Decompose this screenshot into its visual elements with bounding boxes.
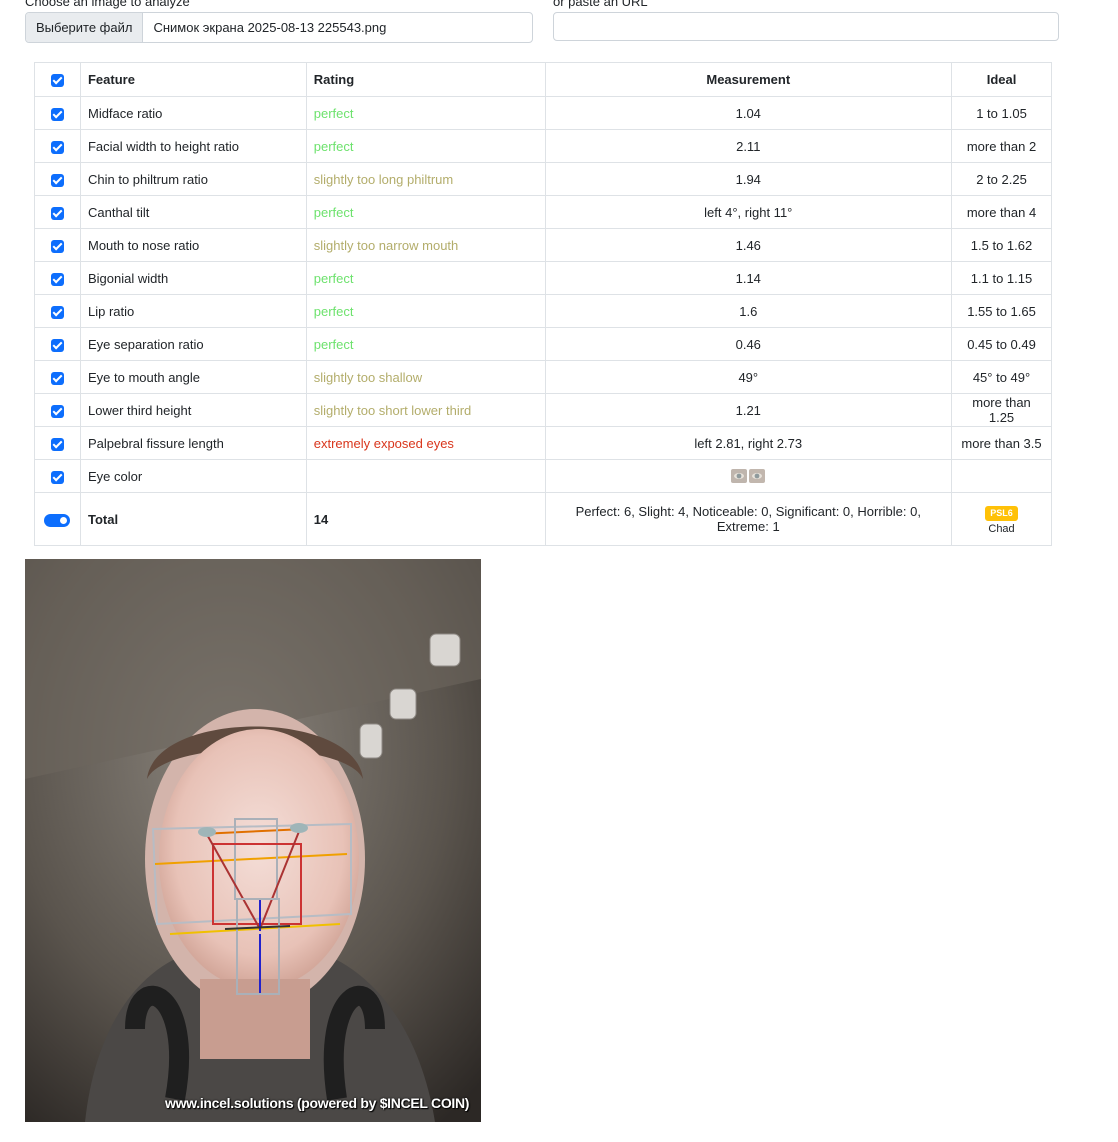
row-checkbox[interactable]: [50, 206, 64, 220]
table-header-row: Feature Rating Measurement Ideal: [34, 62, 1052, 97]
measurement-value: 1.46: [544, 228, 953, 262]
choose-file-button[interactable]: Выберите файл: [26, 13, 144, 42]
table-row-total: Total 14 Perfect: 6, Slight: 4, Noticeab…: [34, 492, 1052, 546]
ideal-value: more than 1.25: [951, 393, 1052, 427]
table-row: Facial width to height ratio perfect 2.11 m…: [34, 129, 1052, 163]
upload-label: Choose an image to analyze: [25, 0, 190, 9]
ideal-value: [951, 459, 1052, 493]
rating-text: perfect: [305, 195, 546, 229]
eye-color-swatch: [544, 459, 953, 493]
rating-text: perfect: [305, 294, 546, 328]
header-ideal: Ideal: [951, 62, 1052, 97]
url-input[interactable]: [553, 12, 1059, 41]
rating-text: perfect: [305, 96, 546, 130]
file-input[interactable]: Выберите файл Снимок экрана 2025-08-13 2…: [25, 12, 533, 43]
row-checkbox[interactable]: [50, 173, 64, 187]
rating-text: extremely exposed eyes: [305, 426, 546, 460]
row-checkbox[interactable]: [50, 371, 64, 385]
rating-text: slightly too long philtrum: [305, 162, 546, 196]
row-checkbox[interactable]: [50, 239, 64, 253]
row-checkbox[interactable]: [50, 404, 64, 418]
table-row: Mouth to nose ratio slightly too narrow m…: [34, 228, 1052, 262]
rating-text: perfect: [305, 129, 546, 163]
rating-text: slightly too short lower third: [305, 393, 546, 427]
feature-name: Canthal tilt: [79, 195, 307, 229]
row-checkbox[interactable]: [50, 107, 64, 121]
measurement-value: 1.04: [544, 96, 953, 130]
feature-name: Palpebral fissure length: [79, 426, 307, 460]
measurement-value: 1.14: [544, 261, 953, 295]
total-score: 14: [305, 492, 546, 546]
row-checkbox[interactable]: [50, 272, 64, 286]
ideal-value: 1 to 1.05: [951, 96, 1052, 130]
total-summary: Perfect: 6, Slight: 4, Noticeable: 0, Si…: [544, 492, 953, 546]
ideal-value: 1.1 to 1.15: [951, 261, 1052, 295]
ideal-value: more than 4: [951, 195, 1052, 229]
feature-name: Eye separation ratio: [79, 327, 307, 361]
table-row: Bigonial width perfect 1.14 1.1 to 1.15: [34, 261, 1052, 295]
row-checkbox[interactable]: [50, 140, 64, 154]
feature-name: Eye to mouth angle: [79, 360, 307, 394]
measurement-value: 2.11: [544, 129, 953, 163]
table-row: Palpebral fissure length extremely expose…: [34, 426, 1052, 460]
total-label: Total: [79, 492, 307, 546]
table-row-eye-color: Eye color: [34, 459, 1052, 493]
watermark-text: www.incel.solutions (powered by $INCEL C…: [165, 1095, 470, 1111]
ideal-value: 2 to 2.25: [951, 162, 1052, 196]
row-checkbox[interactable]: [50, 437, 64, 451]
ideal-value: more than 3.5: [951, 426, 1052, 460]
row-checkbox[interactable]: [50, 305, 64, 319]
row-checkbox[interactable]: [50, 470, 64, 484]
feature-name: Bigonial width: [79, 261, 307, 295]
analyzed-face-image: [25, 559, 481, 1122]
psl-badge: PSL6: [985, 505, 1018, 521]
feature-name: Facial width to height ratio: [79, 129, 307, 163]
measurement-value: 0.46: [544, 327, 953, 361]
feature-name: Midface ratio: [79, 96, 307, 130]
measurement-value: left 2.81, right 2.73: [544, 426, 953, 460]
measurement-value: 1.21: [544, 393, 953, 427]
table-row: Midface ratio perfect 1.04 1 to 1.05: [34, 96, 1052, 130]
table-row: Chin to philtrum ratio slightly too long …: [34, 162, 1052, 196]
rating-text: slightly too narrow mouth: [305, 228, 546, 262]
header-feature: Feature: [79, 62, 307, 97]
rating-text: slightly too shallow: [305, 360, 546, 394]
ideal-value: more than 2: [951, 129, 1052, 163]
table-row: Lower third height slightly too short low…: [34, 393, 1052, 427]
row-checkbox[interactable]: [50, 338, 64, 352]
selected-filename: Снимок экрана 2025-08-13 225543.png: [153, 20, 387, 35]
table-row: Eye separation ratio perfect 0.46 0.45 to 0…: [34, 327, 1052, 361]
eye-swatch-icon: [731, 469, 766, 484]
table-row: Lip ratio perfect 1.6 1.55 to 1.65: [34, 294, 1052, 328]
results-table: Feature Rating Measurement Ideal Midface…: [34, 62, 1052, 546]
rating-text: [305, 459, 546, 493]
feature-name: Eye color: [79, 459, 307, 493]
feature-name: Lip ratio: [79, 294, 307, 328]
header-rating: Rating: [305, 62, 546, 97]
measurement-value: left 4°, right 11°: [544, 195, 953, 229]
ideal-value: 0.45 to 0.49: [951, 327, 1052, 361]
ideal-value: 1.5 to 1.62: [951, 228, 1052, 262]
measurement-value: 1.94: [544, 162, 953, 196]
table-row: Eye to mouth angle slightly too shallow 49…: [34, 360, 1052, 394]
feature-name: Mouth to nose ratio: [79, 228, 307, 262]
url-label: or paste an URL: [553, 0, 648, 9]
ideal-value: 45° to 49°: [951, 360, 1052, 394]
ideal-value: 1.55 to 1.65: [951, 294, 1052, 328]
select-all-checkbox[interactable]: [50, 74, 64, 88]
header-measurement: Measurement: [544, 62, 953, 97]
measurement-value: 1.6: [544, 294, 953, 328]
total-toggle[interactable]: [44, 513, 71, 527]
tier-label: Chad: [988, 522, 1015, 535]
rating-text: perfect: [305, 327, 546, 361]
rating-text: perfect: [305, 261, 546, 295]
measurement-value: 49°: [544, 360, 953, 394]
feature-name: Lower third height: [79, 393, 307, 427]
table-row: Canthal tilt perfect left 4°, right 11° mor…: [34, 195, 1052, 229]
feature-name: Chin to philtrum ratio: [79, 162, 307, 196]
